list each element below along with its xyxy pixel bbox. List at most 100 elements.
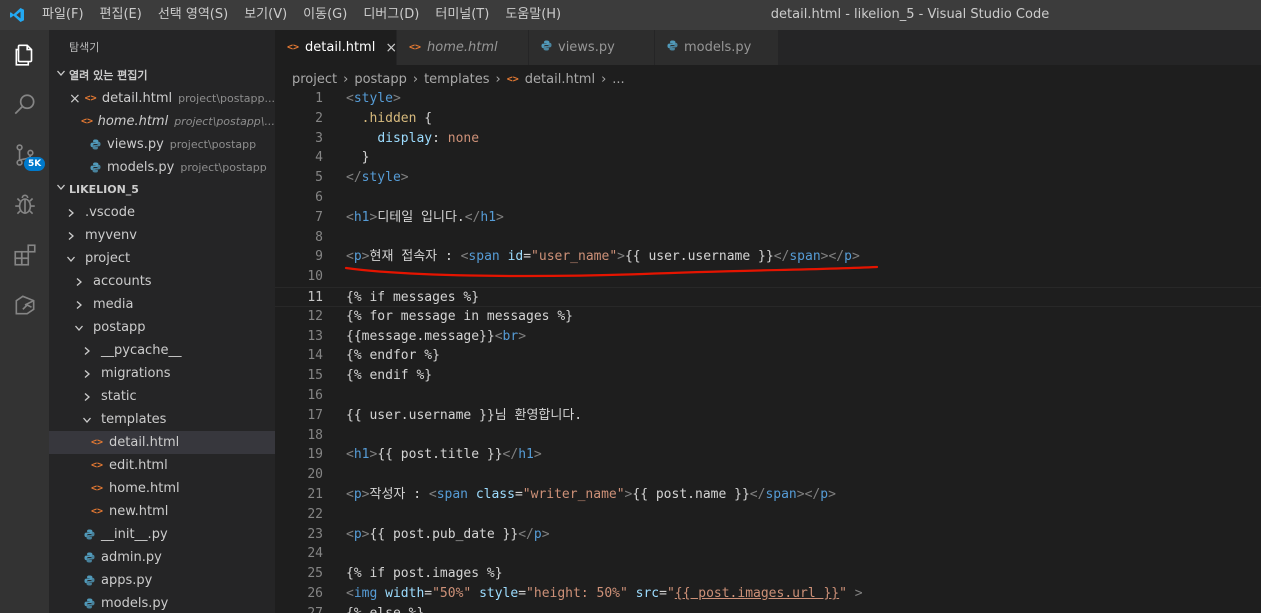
code-line[interactable]: 2 .hidden { <box>275 109 1261 129</box>
code-line[interactable]: 18 <box>275 426 1261 446</box>
code-line[interactable]: 14 {% endfor %} <box>275 346 1261 366</box>
python-file-icon <box>87 162 103 173</box>
code-line[interactable]: 24 <box>275 544 1261 564</box>
breadcrumb-item[interactable]: ... <box>612 72 624 87</box>
code-line[interactable]: 26 <img width="50%" style="height: 50%" s… <box>275 584 1261 604</box>
tree-file-new-html[interactable]: <> new.html <box>49 500 275 523</box>
code-token: span <box>765 486 797 502</box>
source-control-icon[interactable]: 5K <box>0 130 49 180</box>
code-line[interactable]: 1 <style> <box>275 89 1261 109</box>
code-token: h1 <box>353 209 370 225</box>
workspace-header[interactable]: LIKELION_5 <box>49 179 275 201</box>
tree-label: postapp <box>93 320 146 335</box>
open-editor-item[interactable]: models.py project\postapp <box>49 156 275 179</box>
code-line[interactable]: 12 {% for message in messages %} <box>275 307 1261 327</box>
code-line[interactable]: 22 <box>275 505 1261 525</box>
code-text: {% for message in messages %} <box>346 307 573 327</box>
code-line[interactable]: 15 {% endif %} <box>275 366 1261 386</box>
code-editor[interactable]: 1 <style> 2 .hidden {3 display: none 4 } 5 </… <box>275 89 1261 613</box>
code-line[interactable]: 7 <h1>디테일 입니다.</h1> <box>275 208 1261 228</box>
chevron-right-icon <box>71 277 87 287</box>
html-file-icon: <> <box>90 506 104 517</box>
tree-folder-static[interactable]: static <box>49 385 275 408</box>
tab-detail-html[interactable]: <> detail.html × <box>275 30 397 65</box>
menu-file[interactable]: 파일(F) <box>34 0 92 30</box>
tree-folder-templates[interactable]: templates <box>49 408 275 431</box>
code-lines: 1 <style> 2 .hidden {3 display: none 4 } 5 </… <box>275 89 1261 613</box>
tree-folder-migrations[interactable]: migrations <box>49 362 275 385</box>
breadcrumb-item[interactable]: templates <box>424 72 489 87</box>
tree-file-models-py[interactable]: models.py <box>49 592 275 613</box>
code-token: = <box>424 585 433 601</box>
tree-file-home-html[interactable]: <> home.html <box>49 477 275 500</box>
menu-terminal[interactable]: 터미널(T) <box>427 0 497 30</box>
menu-debug[interactable]: 디버그(D) <box>355 0 427 30</box>
open-editor-item[interactable]: × <> detail.html project\postapp... <box>49 87 275 110</box>
vscode-logo-icon <box>0 0 34 30</box>
explorer-icon[interactable] <box>0 30 49 80</box>
tree-file-detail-html[interactable]: <> detail.html <box>49 431 275 454</box>
tree-folder-media[interactable]: media <box>49 293 275 316</box>
breadcrumb-item[interactable]: postapp <box>354 72 407 87</box>
code-line[interactable]: 6 <box>275 188 1261 208</box>
tree-file-init-py[interactable]: __init__.py <box>49 523 275 546</box>
search-icon[interactable] <box>0 80 49 130</box>
breadcrumb-item[interactable]: detail.html <box>525 72 595 87</box>
line-number: 23 <box>307 526 323 542</box>
tree-folder-vscode[interactable]: .vscode <box>49 201 275 224</box>
html-file-icon: <> <box>80 116 93 127</box>
tree-folder-pycache[interactable]: __pycache__ <box>49 339 275 362</box>
code-token: 작성자 : <box>369 486 429 502</box>
tree-folder-postapp[interactable]: postapp <box>49 316 275 339</box>
tab-models-py[interactable]: models.py <box>655 30 779 65</box>
menu-help[interactable]: 도움말(H) <box>497 0 569 30</box>
breadcrumb-item[interactable]: project <box>292 72 337 87</box>
code-line[interactable]: 25 {% if post.images %} <box>275 564 1261 584</box>
menu-go[interactable]: 이동(G) <box>295 0 355 30</box>
code-line[interactable]: 23 <p>{{ post.pub_date }}</p> <box>275 525 1261 545</box>
code-line[interactable]: 19 <h1>{{ post.title }}</h1> <box>275 445 1261 465</box>
tree-file-admin-py[interactable]: admin.py <box>49 546 275 569</box>
code-token: src <box>635 585 660 601</box>
code-line[interactable]: 21 <p>작성자 : <span class="writer_name">{{ … <box>275 485 1261 505</box>
menu-selection[interactable]: 선택 영역(S) <box>150 0 236 30</box>
code-line[interactable]: 20 <box>275 465 1261 485</box>
tree-folder-accounts[interactable]: accounts <box>49 270 275 293</box>
chevron-right-icon: › <box>495 71 501 87</box>
line-number: 21 <box>307 486 323 502</box>
extensions-icon[interactable] <box>0 230 49 280</box>
tree-label: accounts <box>93 274 152 289</box>
tree-file-apps-py[interactable]: apps.py <box>49 569 275 592</box>
code-line[interactable]: 17 {{ user.username }}님 환영합니다. <box>275 406 1261 426</box>
tree-folder-project[interactable]: project <box>49 247 275 270</box>
code-line[interactable]: 13 {{message.message}}<br> <box>275 327 1261 347</box>
chevron-right-icon <box>79 369 95 379</box>
line-number: 16 <box>307 387 323 403</box>
menu-view[interactable]: 보기(V) <box>236 0 295 30</box>
line-number: 12 <box>307 308 323 324</box>
code-line[interactable]: 8 <box>275 228 1261 248</box>
code-line[interactable]: 4 } <box>275 148 1261 168</box>
tree-folder-myvenv[interactable]: myvenv <box>49 224 275 247</box>
close-icon[interactable]: × <box>385 40 397 56</box>
code-line[interactable]: 27 {% else %} <box>275 604 1261 613</box>
menu-edit[interactable]: 편집(E) <box>92 0 150 30</box>
tab-label: views.py <box>558 40 615 55</box>
code-line[interactable]: 3 display: none <box>275 129 1261 149</box>
tab-views-py[interactable]: views.py <box>529 30 655 65</box>
open-editor-item[interactable]: views.py project\postapp <box>49 133 275 156</box>
open-editors-header[interactable]: 열려 있는 편집기 <box>49 65 275 87</box>
remote-explorer-icon[interactable] <box>0 280 49 330</box>
close-icon[interactable]: × <box>69 91 81 107</box>
line-number: 14 <box>307 348 323 364</box>
code-line[interactable]: 11 {% if messages %} <box>275 286 1261 307</box>
code-line[interactable]: 5 </style> <box>275 168 1261 188</box>
code-line[interactable]: 16 <box>275 386 1261 406</box>
debug-icon[interactable] <box>0 180 49 230</box>
open-editor-item[interactable]: <> home.html project\postapp\... <box>49 110 275 133</box>
tree-file-edit-html[interactable]: <> edit.html <box>49 454 275 477</box>
tab-home-html[interactable]: <> home.html <box>397 30 529 65</box>
code-token: < <box>346 486 354 502</box>
